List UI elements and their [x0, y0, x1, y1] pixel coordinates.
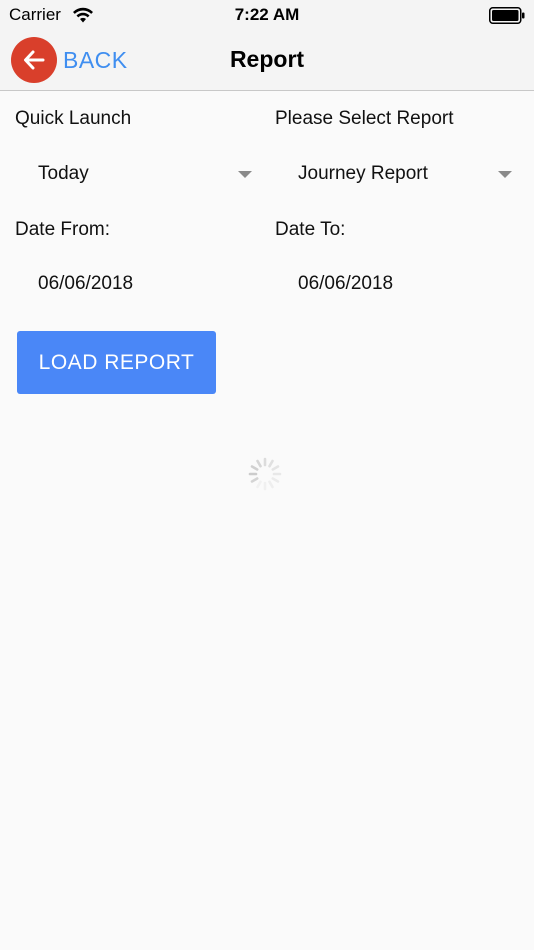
caret-down-icon [238, 170, 252, 178]
page-title: Report [229, 46, 305, 72]
caret-down-icon [498, 170, 512, 178]
quick-launch-select[interactable]: Today [38, 154, 252, 194]
status-bar: Carrier 7:22 AM [0, 0, 534, 32]
date-to-field[interactable]: 06/06/2018 [298, 264, 512, 304]
report-select-label: Please Select Report [275, 108, 454, 129]
status-time: 7:22 AM [234, 5, 300, 24]
date-from-label: Date From: [15, 219, 111, 240]
report-select[interactable]: Journey Report [298, 154, 512, 194]
date-to-label: Date To: [275, 219, 346, 240]
quick-launch-value: Today [38, 163, 89, 184]
nav-bar: BACK Report [0, 32, 534, 91]
date-from-field[interactable]: 06/06/2018 [38, 264, 252, 304]
load-report-button[interactable]: LOAD REPORT [17, 331, 216, 394]
report-select-value: Journey Report [298, 163, 428, 184]
quick-launch-label: Quick Launch [15, 108, 132, 129]
battery-icon [489, 7, 525, 24]
spinner-icon [248, 457, 282, 491]
